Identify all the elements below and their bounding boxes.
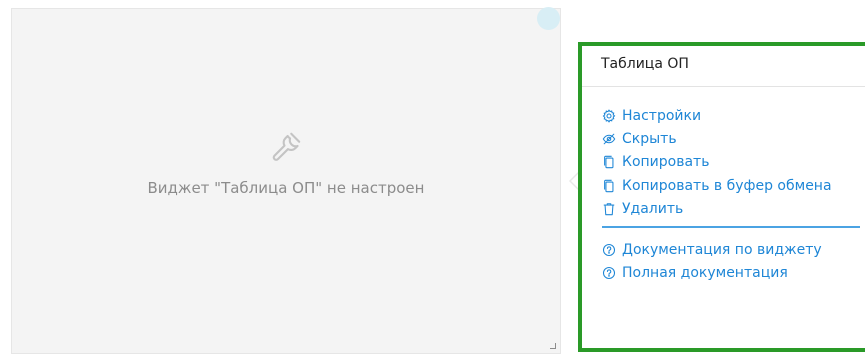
menu-item-label: Документация по виджету <box>622 242 822 259</box>
widget-placeholder: Виджет "Таблица ОП" не настроен <box>12 129 560 197</box>
menu-divider <box>582 86 865 87</box>
trash-icon <box>603 203 615 216</box>
menu-title: Таблица ОП <box>601 56 689 72</box>
wrench-icon <box>272 132 301 161</box>
page: Виджет "Таблица ОП" не настроен Таблица … <box>0 0 865 358</box>
menu-item-label: Копировать <box>622 154 710 171</box>
menu-item-copy-to-clipboard[interactable]: Копировать в буфер обмена <box>602 174 865 197</box>
widget-context-menu: Таблица ОП Настройки Скрыть Копировать К… <box>578 42 865 352</box>
eye-slash-icon <box>602 133 616 145</box>
menu-item-full-docs[interactable]: Полная документация <box>602 262 865 285</box>
menu-item-delete[interactable]: Удалить <box>602 197 865 220</box>
copy-icon <box>604 179 614 192</box>
gear-icon <box>602 108 616 123</box>
widget-drag-handle[interactable] <box>537 7 560 30</box>
menu-item-copy[interactable]: Копировать <box>602 151 865 174</box>
popover-arrow-inner <box>571 174 578 188</box>
menu-item-settings[interactable]: Настройки <box>602 104 865 127</box>
menu-divider <box>602 226 860 229</box>
menu-item-widget-docs[interactable]: Документация по виджету <box>602 238 865 261</box>
menu-item-label: Копировать в буфер обмена <box>622 177 832 194</box>
resize-handle[interactable] <box>550 343 556 349</box>
question-circle-icon <box>602 244 616 257</box>
menu-item-label: Удалить <box>622 200 684 217</box>
widget-card[interactable]: Виджет "Таблица ОП" не настроен <box>11 8 561 354</box>
menu-item-hide[interactable]: Скрыть <box>602 127 865 150</box>
menu-list: Настройки Скрыть Копировать Копировать в… <box>602 104 865 285</box>
widget-not-configured-message: Виджет "Таблица ОП" не настроен <box>147 179 425 197</box>
question-circle-icon <box>602 267 616 280</box>
copy-icon <box>604 156 614 169</box>
menu-item-label: Настройки <box>622 107 702 124</box>
menu-item-label: Скрыть <box>622 130 677 147</box>
menu-item-label: Полная документация <box>622 265 788 282</box>
